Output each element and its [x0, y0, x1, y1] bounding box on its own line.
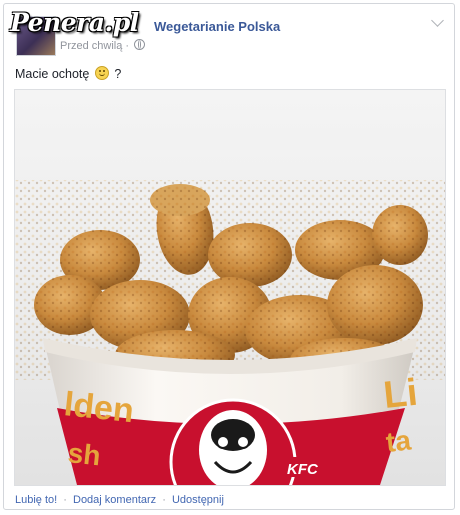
post-photo[interactable]: KFC lden sh Li ta	[14, 89, 446, 486]
post-text-end: ?	[114, 67, 122, 81]
bucket-left-text-2: sh	[66, 437, 102, 471]
bucket-left-text: lden	[62, 385, 135, 430]
share-link[interactable]: Udostępnij	[172, 494, 224, 506]
page-name-link[interactable]: Wegetarianie Polska	[154, 19, 280, 34]
post-timestamp[interactable]: Przed chwilą	[60, 40, 122, 52]
comment-link[interactable]: Dodaj komentarz	[73, 494, 156, 506]
kfc-bucket-illustration: KFC lden sh Li ta	[15, 180, 445, 485]
bucket-right-text: Li	[382, 372, 420, 417]
action-separator: ·	[162, 494, 166, 506]
watermark-logo: Penera.pl	[10, 8, 139, 37]
action-separator: ·	[63, 494, 67, 506]
bucket-brand-text: KFC	[287, 461, 319, 478]
post-card: Penera.pl Wegetarianie Polska Przed chwi…	[3, 3, 455, 510]
post-actions: Lubię to! · Dodaj komentarz · Udostępnij	[15, 494, 224, 506]
bucket-right-text-2: ta	[384, 424, 412, 457]
like-link[interactable]: Lubię to!	[15, 494, 57, 506]
chevron-down-icon[interactable]	[431, 14, 444, 27]
globe-icon[interactable]	[134, 39, 146, 50]
smile-icon	[94, 66, 109, 80]
post-text-main: Macie ochotę	[15, 67, 90, 81]
post-text: Macie ochotę ?	[15, 66, 121, 81]
post-meta: Przed chwilą ·	[60, 39, 146, 52]
meta-separator: ·	[125, 40, 133, 52]
